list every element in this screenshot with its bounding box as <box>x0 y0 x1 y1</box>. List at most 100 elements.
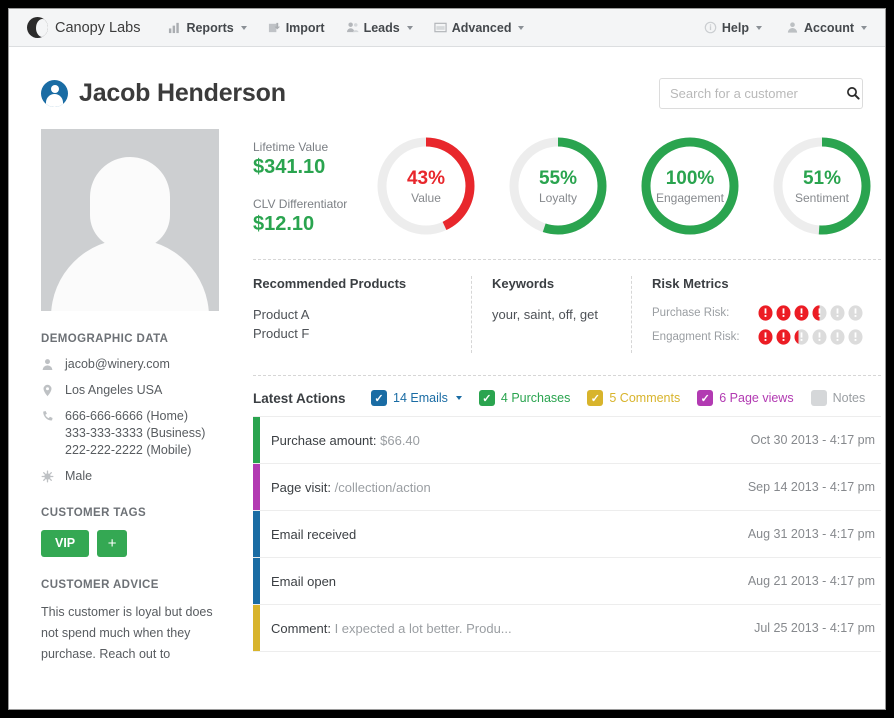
nav-items: Reports Import Leads Advanced <box>168 21 525 35</box>
canopy-logo-icon <box>27 17 48 38</box>
timeline-row[interactable]: Email open Aug 21 2013 - 4:17 pm <box>253 558 881 605</box>
nav-item-reports[interactable]: Reports <box>168 21 247 35</box>
timeline-label-4: Comment: <box>271 620 331 636</box>
clv-differentiator-value: $12.10 <box>253 213 315 235</box>
chevron-down-icon <box>861 25 867 30</box>
risk-heading: Risk Metrics <box>652 276 729 291</box>
checkbox-checked-icon[interactable]: ✓ <box>371 390 387 406</box>
risk-dots-1 <box>758 329 863 345</box>
filter-notes[interactable]: Notes <box>810 390 866 406</box>
tag-vip[interactable]: VIP <box>41 530 90 557</box>
timeline-date-4: Jul 25 2013 - 4:17 pm <box>754 621 875 635</box>
customer-main: Lifetime Value $341.10 CLV Differentiato… <box>227 129 881 665</box>
phone-icon <box>43 411 53 421</box>
page-content: DEMOGRAPHIC DATA jacob@winery.com Los An… <box>9 119 885 665</box>
timeline-row[interactable]: Email received Aug 31 2013 - 4:17 pm <box>253 511 881 558</box>
risk-metrics-panel: Risk Metrics Purchase Risk: Engagment Ri… <box>631 276 881 353</box>
timeline-date-0: Oct 30 2013 - 4:17 pm <box>750 433 875 447</box>
search-input[interactable] <box>670 85 846 101</box>
brand-logo[interactable]: Canopy Labs <box>27 17 140 38</box>
checkbox-unchecked-icon[interactable] <box>810 390 827 406</box>
filter-label-4: Notes <box>832 391 866 405</box>
timeline-value-4: I expected a lot better. Produ... <box>330 620 512 636</box>
upload-icon <box>268 22 280 33</box>
latest-actions-header: Latest Actions ✓ 14 Emails ✓ 4 Purchases… <box>253 376 881 416</box>
page-header: Jacob Henderson <box>9 47 885 119</box>
people-icon <box>346 22 359 33</box>
activity-timeline: Purchase amount: $66.40 Oct 30 2013 - 4:… <box>253 416 881 652</box>
add-tag-button[interactable]: + <box>97 530 128 557</box>
risk-dot <box>776 305 791 321</box>
timeline-type-bar <box>253 511 260 557</box>
donut-value-3: 51% <box>802 167 842 189</box>
customer-sidebar: DEMOGRAPHIC DATA jacob@winery.com Los An… <box>41 129 227 665</box>
risk-row: Purchase Risk: <box>652 305 863 321</box>
filter-comments[interactable]: ✓ 5 Comments <box>587 390 680 406</box>
donut-value-2: 100% <box>665 167 715 189</box>
filter-page-views[interactable]: ✓ 6 Page views <box>697 390 794 406</box>
metrics-row: Lifetime Value $341.10 CLV Differentiato… <box>253 129 881 241</box>
customer-avatar-icon <box>41 79 68 107</box>
nav-item-advanced[interactable]: Advanced <box>434 21 525 35</box>
checkbox-checked-icon[interactable]: ✓ <box>697 390 714 406</box>
risk-dot <box>812 329 827 345</box>
timeline-value-1: /collection/action <box>330 479 431 495</box>
donut-label-2: Engagement <box>655 190 725 205</box>
timeline-row[interactable]: Purchase amount: $66.40 Oct 30 2013 - 4:… <box>253 417 881 464</box>
search-icon[interactable] <box>846 86 860 100</box>
demographic-gender-value: Male <box>65 469 93 483</box>
customer-tags: VIP + <box>41 530 227 557</box>
customer-photo <box>41 129 219 311</box>
tags-heading: CUSTOMER TAGS <box>41 507 147 519</box>
donut-label-0: Value <box>411 190 441 205</box>
risk-dot <box>776 329 791 345</box>
recommended-heading: Recommended Products <box>253 276 407 291</box>
nav-item-leads[interactable]: Leads <box>346 21 413 35</box>
brand-name: Canopy Labs <box>55 19 141 36</box>
timeline-date-2: Aug 31 2013 - 4:17 pm <box>747 527 875 541</box>
timeline-type-bar <box>253 558 260 604</box>
timeline-type-bar <box>253 605 260 651</box>
nav-label-account: Account <box>804 20 854 35</box>
keywords-value: your, saint, off, get <box>492 307 598 322</box>
timeline-date-3: Aug 21 2013 - 4:17 pm <box>747 574 875 588</box>
risk-rows: Purchase Risk: Engagment Risk: <box>652 305 863 345</box>
customer-search[interactable] <box>659 77 863 109</box>
advice-text: This customer is loyal but does not spen… <box>41 605 213 661</box>
person-icon <box>42 359 53 370</box>
nav-item-account[interactable]: Account <box>786 21 867 35</box>
nav-label-advanced: Advanced <box>451 20 512 35</box>
donut-engagement: 100% Engagement <box>635 131 745 241</box>
timeline-label-1: Page visit: <box>271 479 331 495</box>
person-icon <box>787 22 798 33</box>
filter-label-1: 4 Purchases <box>500 391 571 405</box>
chevron-down-icon[interactable] <box>455 396 462 400</box>
filter-label-3: 6 Page views <box>719 391 794 405</box>
checkbox-checked-icon[interactable]: ✓ <box>478 390 495 406</box>
filter-emails[interactable]: ✓ 14 Emails <box>371 390 462 406</box>
timeline-date-1: Sep 14 2013 - 4:17 pm <box>747 480 875 494</box>
nav-item-help[interactable]: Help <box>704 21 762 35</box>
nav-item-import[interactable]: Import <box>268 21 325 35</box>
donut-value: 43% Value <box>371 131 481 241</box>
latest-actions-title: Latest Actions <box>253 390 346 406</box>
filter-purchases[interactable]: ✓ 4 Purchases <box>478 390 571 406</box>
donut-value-0: 43% <box>406 167 446 189</box>
timeline-label-0: Purchase amount: <box>271 432 377 448</box>
action-filters: ✓ 14 Emails ✓ 4 Purchases ✓ 5 Comments ✓… <box>371 390 865 406</box>
demographic-location: Los Angeles USA <box>41 382 227 399</box>
timeline-row[interactable]: Comment: I expected a lot better. Produ.… <box>253 605 881 652</box>
donut-sentiment: 51% Sentiment <box>767 131 877 241</box>
risk-label-1: Engagment Risk: <box>652 331 740 343</box>
timeline-row[interactable]: Page visit: /collection/action Sep 14 20… <box>253 464 881 511</box>
risk-dot <box>848 329 863 345</box>
risk-row: Engagment Risk: <box>652 329 863 345</box>
timeline-type-bar <box>253 417 260 463</box>
demographic-email-value: jacob@winery.com <box>65 357 170 371</box>
checkbox-checked-icon[interactable]: ✓ <box>587 390 604 406</box>
nav-label-leads: Leads <box>363 20 400 35</box>
chevron-down-icon <box>518 25 525 30</box>
nav-label-help: Help <box>721 20 749 35</box>
risk-dot <box>830 329 845 345</box>
top-navbar: Canopy Labs Reports Import Leads Advance… <box>9 9 885 47</box>
